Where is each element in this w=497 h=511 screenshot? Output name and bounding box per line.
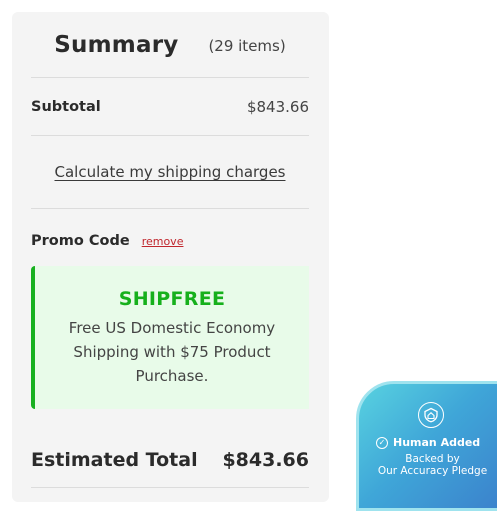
item-count: (29 items) — [208, 36, 286, 55]
summary-header: Summary (29 items) — [31, 12, 309, 78]
estimated-total-label: Estimated Total — [31, 448, 198, 471]
calculate-shipping-link[interactable]: Calculate my shipping charges — [55, 163, 286, 181]
summary-title: Summary — [54, 31, 179, 58]
accuracy-pledge-text: Our Accuracy Pledge — [377, 465, 488, 477]
check-circle-icon: ✓ — [376, 436, 388, 449]
human-added-label: ✓ Human Added — [376, 436, 480, 449]
subtotal-value: $843.66 — [246, 97, 309, 116]
subtotal-label: Subtotal — [31, 98, 101, 115]
promo-code-label: Promo Code — [31, 233, 130, 249]
estimated-total-value: $843.66 — [222, 448, 309, 471]
order-summary-panel: Summary (29 items) Subtotal $843.66 Calc… — [12, 12, 329, 502]
accuracy-pledge-badge[interactable]: ✓ Human Added Backed by Our Accuracy Ple… — [356, 381, 497, 511]
human-added-text: Human Added — [393, 436, 481, 449]
estimated-total-row: Estimated Total $843.66 — [31, 432, 309, 488]
promo-description: Free US Domestic Economy Shipping with $… — [68, 319, 276, 385]
pledge-text: Backed by Our Accuracy Pledge — [359, 453, 497, 477]
backed-by-text: Backed by — [405, 453, 460, 465]
shield-home-icon — [418, 402, 444, 428]
applied-promo-box: SHIPFREE Free US Domestic Economy Shippi… — [31, 266, 309, 409]
subtotal-row: Subtotal $843.66 — [31, 78, 309, 136]
promo-code-name: SHIPFREE — [118, 288, 226, 310]
remove-promo-link[interactable]: remove — [142, 235, 184, 248]
shipping-row: Calculate my shipping charges — [31, 136, 309, 209]
promo-code-row: Promo Code remove — [31, 226, 183, 256]
